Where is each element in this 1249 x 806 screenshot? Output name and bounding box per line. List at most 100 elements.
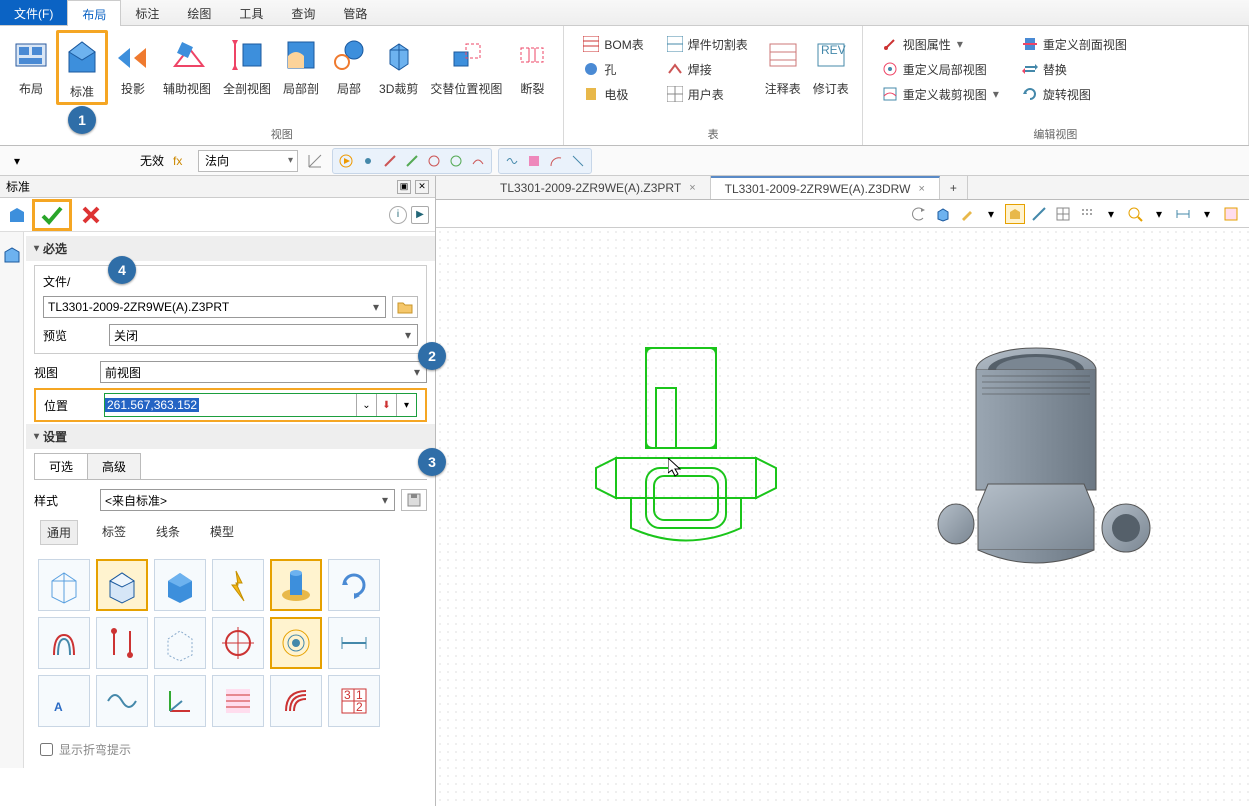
qb-wave-icon[interactable] xyxy=(501,151,523,171)
style-box[interactable] xyxy=(154,617,206,669)
section-settings-header[interactable]: 设置 xyxy=(26,424,435,449)
pos-expand-icon[interactable]: ⌄ xyxy=(356,394,376,416)
ribbon-replace-button[interactable]: 替换 xyxy=(1017,57,1131,80)
menu-query[interactable]: 查询 xyxy=(277,0,329,25)
vt-undo-icon[interactable] xyxy=(909,204,929,224)
style-select[interactable]: <来自标准> xyxy=(100,489,395,511)
ribbon-crop3d-button[interactable]: 3D裁剪 xyxy=(374,30,423,99)
vt-dim-icon[interactable] xyxy=(1173,204,1193,224)
tab-general[interactable]: 通用 xyxy=(40,520,78,545)
panel-close-icon[interactable]: ✕ xyxy=(415,180,429,194)
style-bend[interactable] xyxy=(270,675,322,727)
vt-brush-icon[interactable] xyxy=(957,204,977,224)
ribbon-break-button[interactable]: 断裂 xyxy=(509,30,555,99)
style-thread[interactable] xyxy=(270,617,322,669)
menu-tools[interactable]: 工具 xyxy=(225,0,277,25)
qb-play-icon[interactable] xyxy=(335,151,357,171)
bend-hint-checkbox[interactable] xyxy=(40,743,53,756)
panel-mode-icon[interactable] xyxy=(8,206,26,224)
pos-dropdown-icon[interactable]: ▾ xyxy=(396,394,416,416)
ribbon-local-button[interactable]: 局部 xyxy=(326,30,372,99)
ok-button[interactable] xyxy=(37,203,67,227)
style-origin[interactable] xyxy=(212,617,264,669)
style-shaded[interactable] xyxy=(154,559,206,611)
close-icon[interactable]: × xyxy=(689,182,695,194)
menu-draw[interactable]: 绘图 xyxy=(173,0,225,25)
tab-tag[interactable]: 标签 xyxy=(96,520,132,545)
ribbon-redef-crop-button[interactable]: 重定义裁剪视图▾ xyxy=(877,82,1003,105)
file-select[interactable]: TL3301-2009-2ZR9WE(A).Z3PRT xyxy=(43,296,386,318)
style-text[interactable]: A xyxy=(38,675,90,727)
style-dim[interactable] xyxy=(328,617,380,669)
qb-circle2-icon[interactable] xyxy=(445,151,467,171)
vt-drop3[interactable]: ▾ xyxy=(1197,204,1217,224)
preview-select[interactable]: 关闭 xyxy=(109,324,418,346)
vt-grid-icon[interactable] xyxy=(1053,204,1073,224)
panel-pin-icon[interactable]: ▣ xyxy=(397,180,411,194)
ribbon-altpos-button[interactable]: 交替位置视图 xyxy=(425,30,507,99)
style-save-button[interactable] xyxy=(401,489,427,511)
ribbon-layout-button[interactable]: 布局 xyxy=(8,30,54,99)
menu-file[interactable]: 文件(F) xyxy=(0,0,67,25)
qb-curve-icon[interactable] xyxy=(467,151,489,171)
qb-fx-icon[interactable]: fx xyxy=(170,151,192,171)
tab-model[interactable]: 模型 xyxy=(204,520,240,545)
vt-flag-icon[interactable]: ▾ xyxy=(981,204,1001,224)
qb-arc-icon[interactable] xyxy=(545,151,567,171)
vt-zoom-icon[interactable] xyxy=(1125,204,1145,224)
ribbon-weld-button[interactable]: 焊接 xyxy=(662,57,752,80)
qb-point-icon[interactable] xyxy=(357,151,379,171)
style-wave2[interactable] xyxy=(96,675,148,727)
section-required-header[interactable]: 必选 xyxy=(26,236,435,261)
ribbon-rotate-button[interactable]: 旋转视图 xyxy=(1017,82,1131,105)
file-browse-button[interactable] xyxy=(392,296,418,318)
pos-pick-icon[interactable]: ⬇ xyxy=(376,394,396,416)
style-csys[interactable] xyxy=(154,675,206,727)
ribbon-rev-table-button[interactable]: REV修订表 xyxy=(808,30,854,99)
add-tab-button[interactable]: + xyxy=(940,176,968,199)
ribbon-redef-section-button[interactable]: 重定义剖面视图 xyxy=(1017,32,1131,55)
ribbon-bom-button[interactable]: BOM表 xyxy=(578,32,647,55)
tab-advanced[interactable]: 高级 xyxy=(87,453,141,479)
vt-drop1[interactable]: ▾ xyxy=(1101,204,1121,224)
style-rotate[interactable] xyxy=(328,559,380,611)
qb-circle-icon[interactable] xyxy=(423,151,445,171)
ribbon-viewprops-button[interactable]: 视图属性▾ xyxy=(877,32,1003,55)
menu-layout[interactable]: 布局 xyxy=(67,0,121,26)
ribbon-hole-button[interactable]: 孔 xyxy=(578,57,647,80)
drawing-canvas[interactable] xyxy=(436,228,1249,806)
ribbon-projection-button[interactable]: 投影 xyxy=(110,30,156,99)
doc-tab-part[interactable]: TL3301-2009-2ZR9WE(A).Z3PRT× xyxy=(486,176,711,199)
expand-button[interactable]: ▶ xyxy=(411,206,429,224)
vt-drop2[interactable]: ▾ xyxy=(1149,204,1169,224)
ribbon-usertable-button[interactable]: 用户表 xyxy=(662,82,752,105)
ribbon-electrode-button[interactable]: 电极 xyxy=(578,82,647,105)
qb-normal-dropdown[interactable]: 法向 xyxy=(198,150,298,172)
style-shaded-edges[interactable] xyxy=(270,559,322,611)
tab-optional[interactable]: 可选 xyxy=(34,453,88,479)
vt-meas-icon[interactable] xyxy=(1029,204,1049,224)
ribbon-fullsection-button[interactable]: 全剖视图 xyxy=(218,30,276,99)
style-tangent[interactable] xyxy=(38,617,90,669)
qb-dropdown-icon[interactable]: ▾ xyxy=(6,151,28,171)
side-tab-design[interactable] xyxy=(0,232,24,277)
qb-line2-icon[interactable] xyxy=(401,151,423,171)
doc-tab-drawing[interactable]: TL3301-2009-2ZR9WE(A).Z3DRW× xyxy=(711,176,940,199)
style-centerline[interactable] xyxy=(96,617,148,669)
menu-annotate[interactable]: 标注 xyxy=(121,0,173,25)
ribbon-localsection-button[interactable]: 局部剖 xyxy=(278,30,324,99)
style-table[interactable]: 312 xyxy=(328,675,380,727)
style-hatch[interactable] xyxy=(212,675,264,727)
qb-line-icon[interactable] xyxy=(379,151,401,171)
vt-dots-icon[interactable] xyxy=(1077,204,1097,224)
close-icon[interactable]: × xyxy=(918,183,924,195)
menu-piping[interactable]: 管路 xyxy=(329,0,381,25)
style-hidden-removed[interactable] xyxy=(96,559,148,611)
style-wireframe[interactable] xyxy=(38,559,90,611)
vt-sheet-icon[interactable] xyxy=(1221,204,1241,224)
tab-lines[interactable]: 线条 xyxy=(150,520,186,545)
view-select[interactable]: 前视图 xyxy=(100,361,427,383)
qb-face-icon[interactable] xyxy=(523,151,545,171)
ribbon-annot-table-button[interactable]: 注释表 xyxy=(760,30,806,99)
ribbon-redef-local-button[interactable]: 重定义局部视图 xyxy=(877,57,1003,80)
